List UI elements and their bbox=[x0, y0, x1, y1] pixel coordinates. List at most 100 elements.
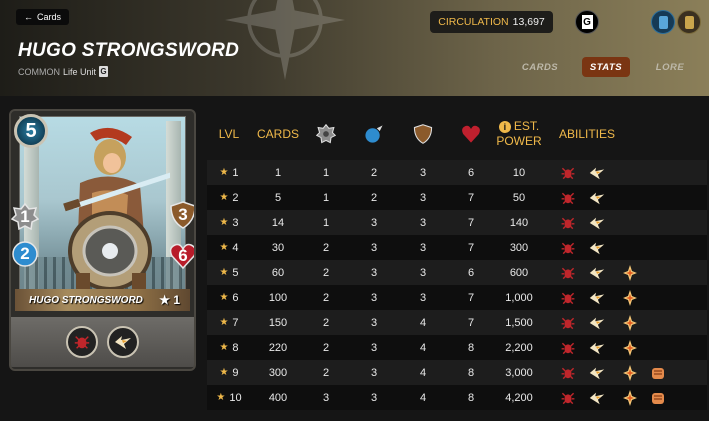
star-icon: ★ bbox=[219, 267, 229, 278]
cell-cards: 60 bbox=[271, 266, 285, 279]
alpha-set-icon[interactable] bbox=[651, 10, 675, 34]
tab-cards[interactable]: CARDS bbox=[517, 57, 563, 77]
cell-power: 10 bbox=[512, 166, 526, 179]
cell-lvl: ★ 1 bbox=[219, 166, 239, 179]
spark-icon[interactable] bbox=[621, 314, 639, 332]
cell-cards: 220 bbox=[268, 341, 288, 354]
cell-lvl: ★ 4 bbox=[219, 241, 239, 254]
affliction-icon[interactable] bbox=[559, 339, 577, 357]
slow-icon[interactable] bbox=[588, 164, 606, 182]
edition-badge-icon[interactable]: G bbox=[575, 10, 599, 34]
star-icon: ★ bbox=[219, 292, 229, 303]
star-icon: ★ bbox=[219, 192, 229, 203]
slow-icon[interactable] bbox=[588, 214, 606, 232]
slow-icon[interactable] bbox=[588, 364, 606, 382]
cell-lvl: ★ 6 bbox=[219, 291, 239, 304]
spark-icon[interactable] bbox=[621, 364, 639, 382]
cell-health: 7 bbox=[467, 291, 475, 304]
cell-speed: 3 bbox=[370, 241, 378, 254]
mana-cost-icon: 5 bbox=[14, 114, 48, 148]
slow-icon[interactable] bbox=[588, 189, 606, 207]
card-name: HUGO STRONGSWORD bbox=[29, 294, 143, 306]
gold-set-icon[interactable] bbox=[677, 10, 701, 34]
star-icon: ★ bbox=[216, 392, 226, 403]
cell-melee: 2 bbox=[322, 366, 330, 379]
cell-speed: 3 bbox=[370, 216, 378, 229]
cell-power: 300 bbox=[509, 241, 529, 254]
circulation-label: CIRCULATION bbox=[438, 16, 509, 28]
table-row: ★ 5 60 2 3 3 6 600 bbox=[207, 260, 707, 285]
spark-icon[interactable] bbox=[621, 264, 639, 282]
cell-armor: 4 bbox=[419, 341, 427, 354]
slow-icon[interactable] bbox=[588, 314, 606, 332]
affliction-icon[interactable] bbox=[559, 314, 577, 332]
cell-speed: 3 bbox=[370, 341, 378, 354]
cell-armor: 3 bbox=[419, 216, 427, 229]
affliction-icon[interactable] bbox=[559, 389, 577, 407]
cell-power: 50 bbox=[512, 191, 526, 204]
cell-health: 8 bbox=[467, 341, 475, 354]
star-icon: ★ bbox=[219, 367, 229, 378]
cell-power: 4,200 bbox=[505, 391, 533, 404]
cell-health: 7 bbox=[467, 216, 475, 229]
card-type-label: Life Unit bbox=[63, 66, 97, 77]
slow-icon[interactable] bbox=[588, 264, 606, 282]
card-image: 5 1 2 3 6 HUGO STRONGSWORD ★ 1 bbox=[9, 109, 196, 371]
fist-icon[interactable] bbox=[649, 389, 667, 407]
slow-icon[interactable] bbox=[588, 389, 606, 407]
tab-stats[interactable]: STATS bbox=[582, 57, 630, 77]
edition-icon: G bbox=[99, 66, 109, 77]
star-icon: ★ bbox=[219, 342, 229, 353]
affliction-icon[interactable] bbox=[559, 164, 577, 182]
back-button-label: Cards bbox=[37, 12, 62, 22]
affliction-icon[interactable] bbox=[559, 264, 577, 282]
header-lvl: LVL bbox=[218, 126, 240, 141]
cell-armor: 3 bbox=[419, 241, 427, 254]
spark-icon[interactable] bbox=[621, 289, 639, 307]
cell-cards: 14 bbox=[271, 216, 285, 229]
speed-icon bbox=[359, 112, 389, 156]
cell-lvl: ★ 3 bbox=[219, 216, 239, 229]
table-row: ★ 6 100 2 3 3 7 1,000 bbox=[207, 285, 707, 310]
back-to-cards-button[interactable]: ← Cards bbox=[16, 9, 70, 25]
affliction-icon[interactable] bbox=[559, 239, 577, 257]
slow-icon[interactable] bbox=[588, 339, 606, 357]
cell-lvl: ★ 7 bbox=[219, 316, 239, 329]
slow-icon[interactable] bbox=[107, 326, 139, 358]
table-row: ★ 3 14 1 3 3 7 140 bbox=[207, 210, 707, 235]
fist-icon[interactable] bbox=[649, 364, 667, 382]
arrow-left-icon: ← bbox=[24, 12, 33, 22]
cell-speed: 3 bbox=[370, 266, 378, 279]
affliction-icon[interactable] bbox=[559, 214, 577, 232]
cell-speed: 3 bbox=[370, 291, 378, 304]
cell-speed: 3 bbox=[370, 366, 378, 379]
affliction-icon[interactable] bbox=[559, 364, 577, 382]
cell-lvl: ★ 5 bbox=[219, 266, 239, 279]
header-abilities: ABILITIES bbox=[559, 126, 616, 141]
card-subtitle: COMMON Life Unit G bbox=[18, 66, 109, 77]
spark-icon[interactable] bbox=[621, 389, 639, 407]
affliction-icon[interactable] bbox=[66, 326, 98, 358]
affliction-icon[interactable] bbox=[559, 189, 577, 207]
cell-cards: 100 bbox=[268, 291, 288, 304]
cell-armor: 4 bbox=[419, 316, 427, 329]
cell-health: 6 bbox=[467, 266, 475, 279]
card-level: ★ 1 bbox=[159, 293, 180, 307]
tab-lore[interactable]: LORE bbox=[648, 57, 692, 77]
info-icon[interactable]: i bbox=[498, 121, 511, 133]
cell-health: 8 bbox=[467, 391, 475, 404]
affliction-icon[interactable] bbox=[559, 289, 577, 307]
spark-icon[interactable] bbox=[621, 339, 639, 357]
table-row: ★ 8 220 2 3 4 8 2,200 bbox=[207, 335, 707, 360]
cell-health: 8 bbox=[467, 366, 475, 379]
slow-icon[interactable] bbox=[588, 239, 606, 257]
health-icon bbox=[456, 112, 486, 156]
cell-armor: 3 bbox=[419, 291, 427, 304]
compass-watermark-icon bbox=[225, 0, 345, 80]
cell-lvl: ★ 2 bbox=[219, 191, 239, 204]
cell-armor: 4 bbox=[419, 391, 427, 404]
slow-icon[interactable] bbox=[588, 289, 606, 307]
cell-speed: 2 bbox=[370, 166, 378, 179]
warrior-illustration bbox=[63, 127, 170, 295]
cell-armor: 4 bbox=[419, 366, 427, 379]
